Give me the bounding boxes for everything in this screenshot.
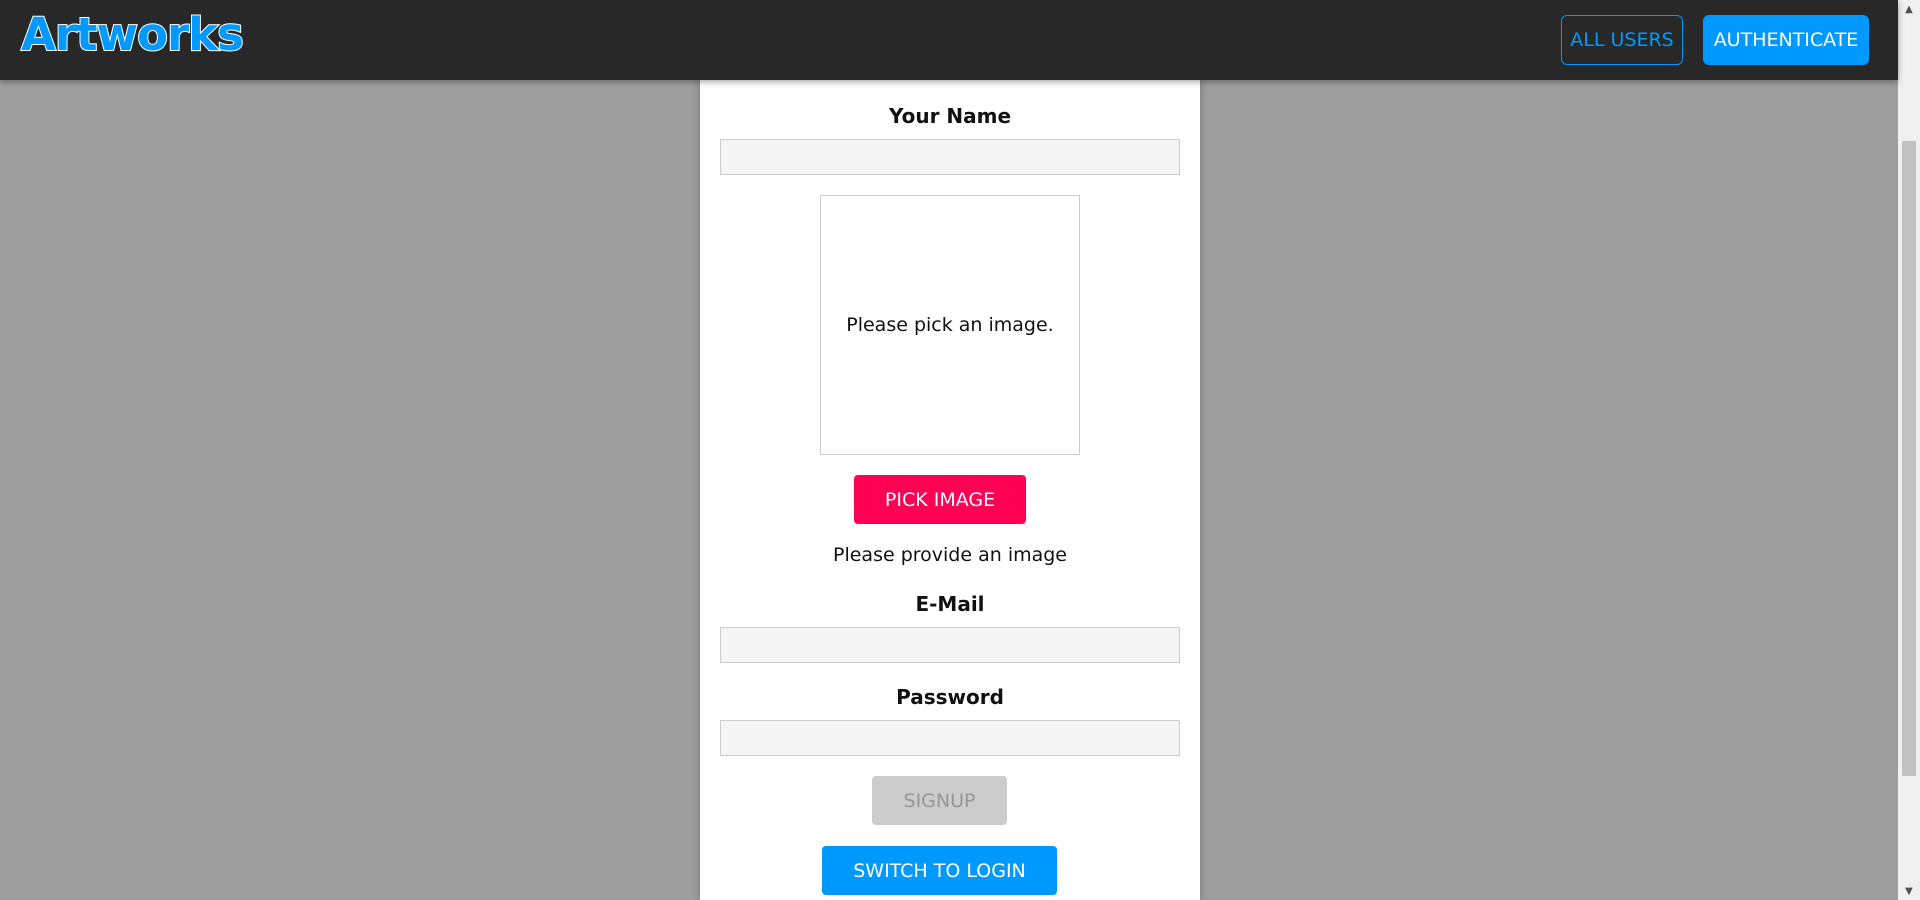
scrollbar-thumb[interactable]: [1902, 141, 1916, 776]
vertical-scrollbar[interactable]: ▲ ▼: [1898, 0, 1920, 900]
switch-to-login-button[interactable]: SWITCH TO LOGIN: [822, 846, 1057, 895]
main-header: Artworks ALL USERS AUTHENTICATE: [0, 0, 1898, 80]
password-label: Password: [896, 685, 1004, 709]
name-label: Your Name: [888, 104, 1012, 128]
auth-card: Your Name Please pick an image. PICK IMA…: [700, 0, 1200, 900]
pick-image-button[interactable]: PICK IMAGE: [854, 475, 1026, 524]
all-users-nav-button[interactable]: ALL USERS: [1561, 15, 1683, 65]
image-preview: Please pick an image.: [820, 195, 1080, 455]
scroll-up-arrow-icon[interactable]: ▲: [1898, 0, 1920, 18]
image-preview-placeholder: Please pick an image.: [846, 314, 1054, 336]
email-label: E-Mail: [915, 592, 985, 616]
email-input[interactable]: [720, 627, 1180, 663]
image-error-text: Please provide an image: [833, 544, 1067, 566]
password-input[interactable]: [720, 720, 1180, 756]
signup-button[interactable]: SIGNUP: [872, 776, 1007, 825]
app-logo[interactable]: Artworks: [20, 11, 245, 58]
authenticate-nav-button[interactable]: AUTHENTICATE: [1703, 15, 1869, 65]
name-input[interactable]: [720, 139, 1180, 175]
scroll-down-arrow-icon[interactable]: ▼: [1898, 882, 1920, 900]
